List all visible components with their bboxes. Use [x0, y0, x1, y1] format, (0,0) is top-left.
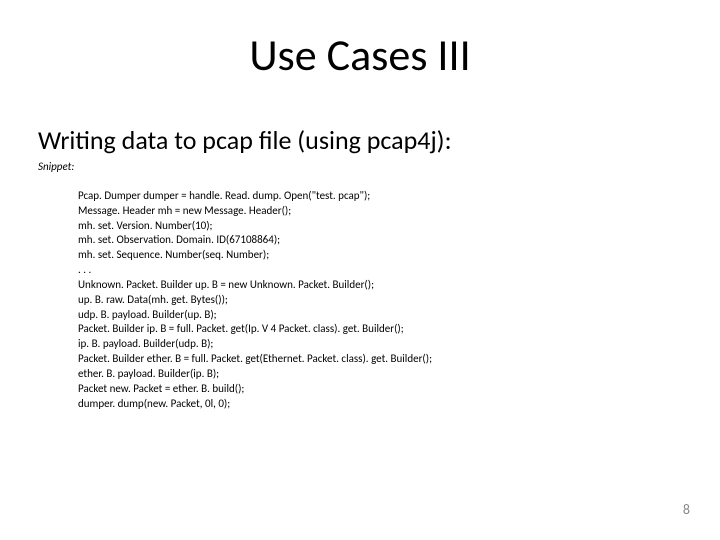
slide-subtitle: Writing data to pcap file (using pcap4j)… [38, 124, 452, 156]
code-line: up. B. raw. Data(mh. get. Bytes()); [78, 293, 228, 306]
code-line: dumper. dump(new. Packet, 0l, 0); [78, 397, 230, 410]
code-line: ether. B. payload. Builder(ip. B); [78, 367, 219, 380]
code-line: Message. Header mh = new Message. Header… [78, 204, 291, 217]
code-line: Pcap. Dumper dumper = handle. Read. dump… [78, 189, 370, 202]
code-line: . . . [78, 263, 91, 276]
code-line: mh. set. Observation. Domain. ID(6710886… [78, 233, 280, 246]
code-line: Packet new. Packet = ether. B. build(); [78, 382, 244, 395]
slide-title: Use Cases III [0, 28, 720, 82]
code-line: Packet. Builder ip. B = full. Packet. ge… [78, 322, 404, 335]
code-line: mh. set. Sequence. Number(seq. Number); [78, 248, 269, 261]
code-line: ip. B. payload. Builder(udp. B); [78, 337, 213, 350]
snippet-label: Snippet: [38, 160, 74, 173]
code-line: Unknown. Packet. Builder up. B = new Unk… [78, 278, 374, 291]
slide: Use Cases III Writing data to pcap file … [0, 0, 720, 540]
code-snippet: Pcap. Dumper dumper = handle. Read. dump… [78, 174, 432, 412]
code-line: mh. set. Version. Number(10); [78, 219, 213, 232]
code-line: Packet. Builder ether. B = full. Packet.… [78, 352, 432, 365]
page-number: 8 [683, 501, 690, 518]
code-line: udp. B. payload. Builder(up. B); [78, 308, 217, 321]
